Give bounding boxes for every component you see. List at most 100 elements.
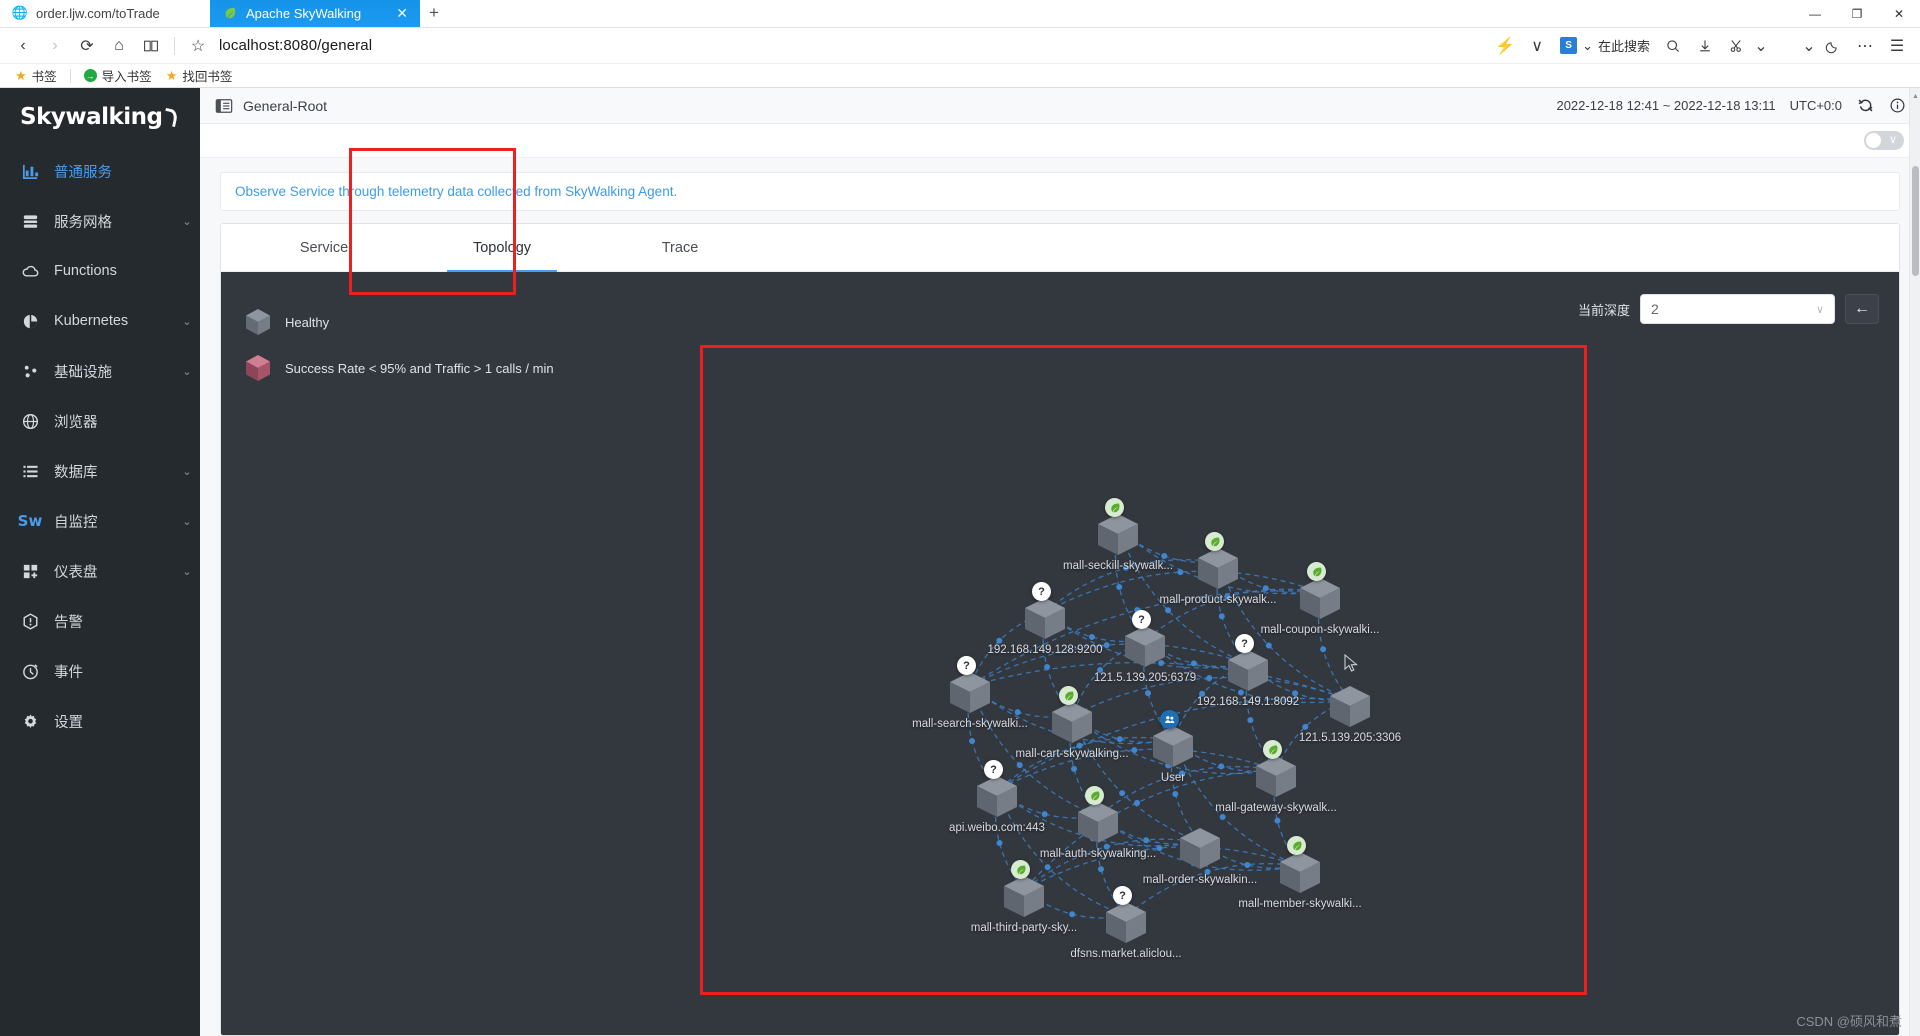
- sidebar-item-self-observability[interactable]: Sw 自监控 ⌄: [0, 496, 200, 546]
- tab-trace[interactable]: Trace: [591, 224, 769, 271]
- kubernetes-icon: [20, 311, 40, 331]
- dashboard-icon: [20, 561, 40, 581]
- topology-node[interactable]: mall-coupon-skywalki...: [1261, 562, 1379, 636]
- sidebar-item-dashboard[interactable]: 仪表盘 ⌄: [0, 546, 200, 596]
- download-icon[interactable]: [1690, 31, 1720, 61]
- reading-list-icon[interactable]: [136, 31, 166, 61]
- bookmark-divider: [69, 68, 71, 83]
- topology-canvas[interactable]: Healthy Success Rate < 95% and Traffic >…: [221, 272, 1899, 1035]
- hamburger-icon[interactable]: ☰: [1882, 31, 1912, 61]
- topology-node-label: 192.168.149.1:8092: [1196, 696, 1300, 708]
- topology-node[interactable]: ? 121.5.139.205:6379: [1094, 610, 1196, 684]
- sidebar-item-label: 数据库: [54, 464, 98, 481]
- collapse-sidebar-icon[interactable]: [214, 96, 233, 115]
- star-icon: ★: [165, 67, 178, 83]
- topology-node[interactable]: ? dfsns.market.aliclou...: [1070, 886, 1182, 960]
- bookmark-label: 导入书签: [101, 70, 152, 84]
- minimize-button[interactable]: —: [1794, 0, 1836, 28]
- auto-refresh-toggle[interactable]: ∨: [1864, 131, 1904, 150]
- home-icon[interactable]: ⌂: [104, 31, 134, 61]
- topology-node[interactable]: mall-cart-skywalking...: [1015, 686, 1129, 760]
- event-icon: [20, 661, 40, 681]
- moon-icon[interactable]: [1818, 31, 1848, 61]
- sidebar-item-settings[interactable]: 设置: [0, 696, 200, 746]
- scissors-icon[interactable]: [1722, 31, 1752, 61]
- leaf-icon: [1263, 740, 1282, 759]
- topology-node[interactable]: 121.5.139.205:3306: [1299, 684, 1401, 744]
- bookmark-item-0[interactable]: ★ 书签: [10, 64, 62, 87]
- topology-node[interactable]: mall-member-skywalki...: [1238, 836, 1362, 910]
- chart-icon: [20, 161, 40, 181]
- topology-node-label: mall-product-skywalk...: [1159, 594, 1277, 606]
- topology-node[interactable]: mall-third-party-sky...: [971, 860, 1077, 934]
- browser-tab-0[interactable]: 🌐 order.ljw.com/toTrade: [0, 0, 210, 27]
- sidebar-item-kubernetes[interactable]: Kubernetes ⌄: [0, 296, 200, 346]
- chevron-down-icon[interactable]: ⌄: [174, 565, 200, 578]
- topology-node[interactable]: User: [1152, 710, 1194, 784]
- brand-logo[interactable]: Skywalking: [0, 88, 200, 146]
- sidebar-item-infrastructure[interactable]: 基础设施 ⌄: [0, 346, 200, 396]
- cube-icon: [1106, 902, 1146, 943]
- bookmark-star-icon[interactable]: ☆: [183, 31, 213, 61]
- cube-icon: [1330, 686, 1370, 727]
- sidebar-item-service-mesh[interactable]: 服务网格 ⌄: [0, 196, 200, 246]
- topology-node[interactable]: mall-order-skywalkin...: [1143, 826, 1257, 886]
- topology-node[interactable]: mall-product-skywalk...: [1160, 532, 1276, 606]
- chevron-down-icon[interactable]: ⌄: [174, 365, 200, 378]
- topology-node[interactable]: ? 192.168.149.128:9200: [987, 582, 1103, 656]
- chevron-down-icon[interactable]: ⌄: [174, 215, 200, 228]
- tab-topology[interactable]: Topology: [413, 224, 591, 272]
- topology-node[interactable]: mall-auth-skywalking...: [1040, 786, 1156, 860]
- window-close-button[interactable]: ✕: [1878, 0, 1920, 28]
- refresh-icon[interactable]: [1856, 97, 1874, 115]
- content-scrollbar[interactable]: ▲: [1909, 88, 1920, 1036]
- topology-node[interactable]: mall-gateway-skywalk...: [1215, 740, 1337, 814]
- sidebar-item-functions[interactable]: Functions: [0, 246, 200, 296]
- address-bar[interactable]: localhost:8080/general: [215, 31, 1488, 61]
- search-engine-box[interactable]: S ⌄ 在此搜索: [1554, 33, 1656, 59]
- topology-node[interactable]: ? api.weibo.com:443: [949, 760, 1045, 834]
- reload-icon[interactable]: ⟳: [72, 31, 102, 61]
- info-icon[interactable]: [1888, 97, 1906, 115]
- back-icon[interactable]: ‹: [8, 31, 38, 61]
- forward-icon[interactable]: ›: [40, 31, 70, 61]
- sidebar-item-label: 事件: [54, 664, 83, 681]
- chevron-down-icon[interactable]: ∨: [1522, 31, 1552, 61]
- chevron-down-icon[interactable]: ⌄: [174, 465, 200, 478]
- topology-node[interactable]: ? mall-search-skywalki...: [912, 656, 1028, 730]
- bookmark-item-2[interactable]: ★ 找回书签: [161, 64, 238, 87]
- chevron-down-icon[interactable]: ⌄: [174, 315, 200, 328]
- question-icon: ?: [1235, 634, 1254, 653]
- undo-icon[interactable]: undo-icon: [1770, 31, 1800, 61]
- search-icon[interactable]: [1658, 31, 1688, 61]
- scrollbar-thumb[interactable]: [1912, 166, 1919, 276]
- topology-node-label: mall-search-skywalki...: [912, 718, 1028, 730]
- sidebar-item-events[interactable]: 事件: [0, 646, 200, 696]
- tab-service[interactable]: Service: [235, 224, 413, 271]
- sidebar-item-general-service[interactable]: 普通服务: [0, 146, 200, 196]
- main-header: General-Root 2022-12-18 12:41 ~ 2022-12-…: [200, 88, 1920, 124]
- bookmark-item-1[interactable]: → 导入书签: [79, 64, 157, 87]
- topology-node[interactable]: ? 192.168.149.1:8092: [1197, 634, 1299, 708]
- watermark: CSDN @硕风和煮: [1796, 1014, 1902, 1029]
- topology-node[interactable]: mall-seckill-skywalk...: [1063, 498, 1173, 572]
- topology-node-label: mall-third-party-sky...: [970, 922, 1078, 934]
- browser-tab-1[interactable]: Apache SkyWalking ✕: [210, 0, 420, 27]
- chevron-down-icon[interactable]: ⌄: [1802, 31, 1816, 61]
- chevron-down-icon[interactable]: ⌄: [174, 515, 200, 528]
- chevron-down-icon[interactable]: ⌄: [1754, 31, 1768, 61]
- lightning-icon[interactable]: ⚡: [1490, 31, 1520, 61]
- new-tab-button[interactable]: +: [420, 0, 448, 27]
- topology-node-label: dfsns.market.aliclou...: [1070, 948, 1182, 960]
- maximize-button[interactable]: ❐: [1836, 0, 1878, 28]
- time-range-picker[interactable]: 2022-12-18 12:41 ~ 2022-12-18 13:11: [1556, 98, 1775, 113]
- more-icon[interactable]: ⋯: [1850, 31, 1880, 61]
- sidebar-item-alerts[interactable]: 告警: [0, 596, 200, 646]
- sidebar-item-browser[interactable]: 浏览器: [0, 396, 200, 446]
- scroll-up-arrow[interactable]: ▲: [1910, 90, 1920, 102]
- sidebar-item-database[interactable]: 数据库 ⌄: [0, 446, 200, 496]
- sidebar-item-label: 告警: [54, 614, 83, 631]
- database-icon: [20, 461, 40, 481]
- browser-tab-title: order.ljw.com/toTrade: [36, 5, 160, 21]
- close-icon[interactable]: ✕: [396, 6, 408, 20]
